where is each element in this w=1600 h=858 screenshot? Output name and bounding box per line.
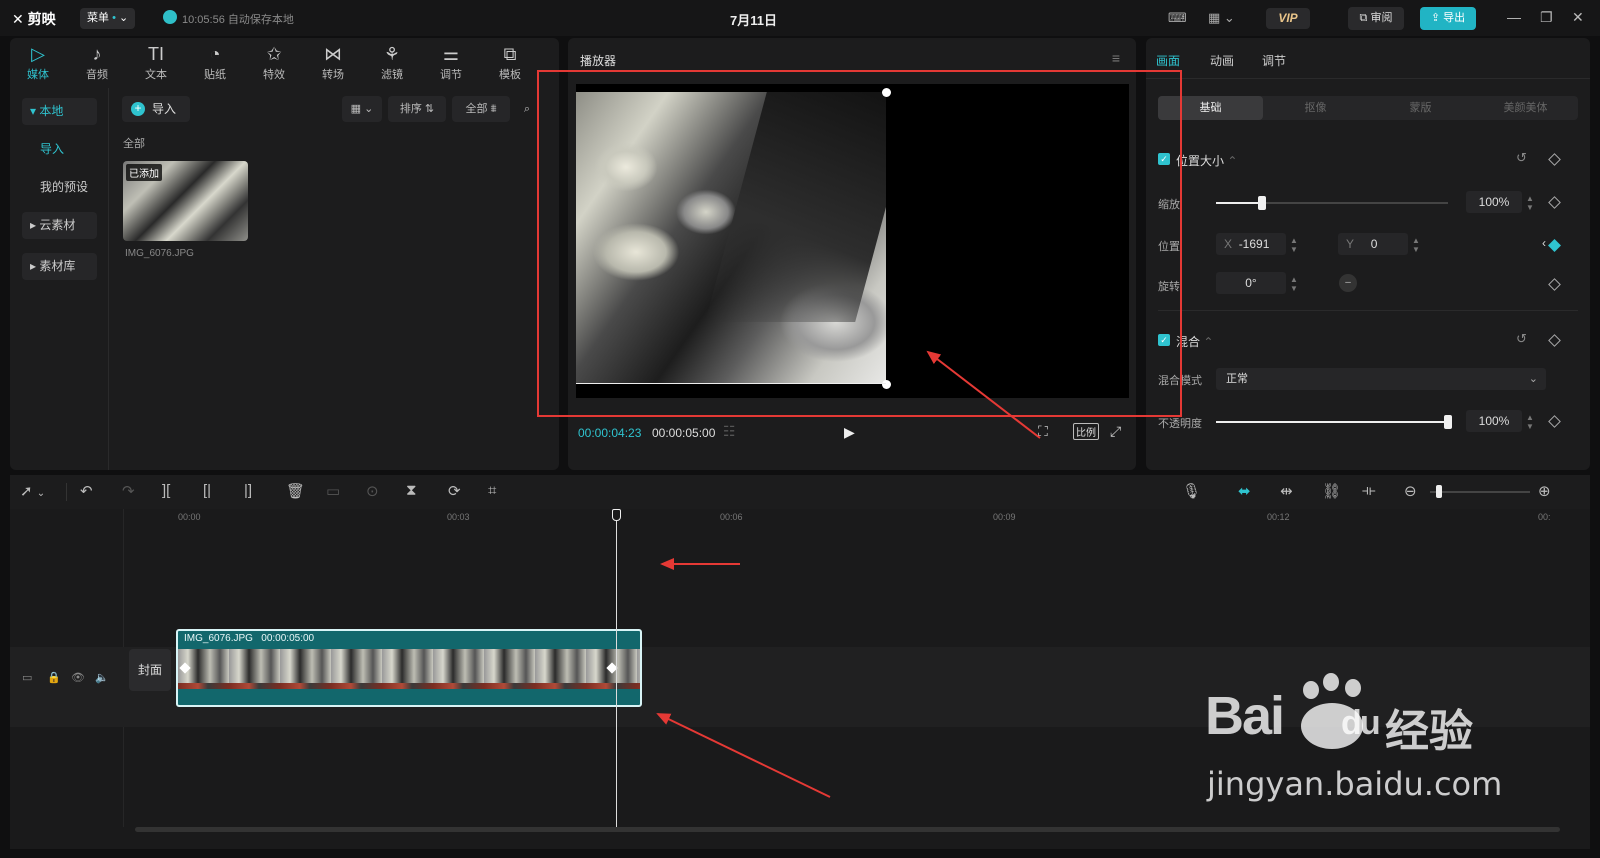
paw-toe [1303, 681, 1319, 699]
watermark-url: jingyan.baidu.com [1207, 765, 1503, 803]
annotation-arrow [656, 713, 831, 798]
paw-toe [1323, 673, 1339, 691]
highlight-rectangle [537, 70, 1182, 417]
annotation-arrow [926, 350, 1041, 439]
paw-toe [1345, 679, 1361, 697]
baidu-watermark: Baidu 经验 jingyan.baidu.com [1205, 673, 1535, 825]
watermark-jingyan: 经验 [1385, 707, 1473, 756]
paw-icon [1301, 703, 1363, 749]
watermark-bai: Bai [1205, 686, 1285, 746]
